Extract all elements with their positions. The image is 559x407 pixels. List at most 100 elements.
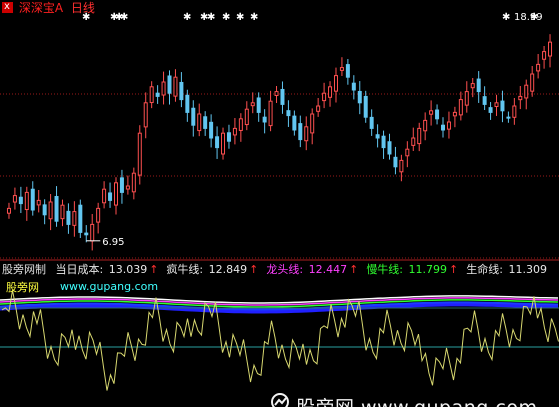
candle-body: [226, 132, 231, 142]
candle-body: [24, 191, 29, 211]
candle-body: [536, 63, 541, 72]
candle-body: [429, 110, 434, 115]
watermark: 股旁网 www.gupang.com: [296, 393, 537, 407]
candle-body: [304, 126, 309, 142]
candle-body: [310, 113, 315, 134]
candle-body: [131, 172, 136, 193]
indicator-item: 龙头线: 12.447 ↑: [266, 263, 360, 276]
indicator-item: 疯牛线: 12.849 ↑: [166, 263, 260, 276]
candle-body: [232, 127, 237, 136]
candle-body: [274, 91, 279, 96]
star-marker-icon: ✱: [183, 12, 191, 23]
star-marker-icon: ✱: [530, 12, 538, 23]
candle-body: [411, 137, 416, 146]
candle-body: [244, 108, 249, 126]
chart-canvas[interactable]: 6.9518.99✱ ✱✱✱ ✱ ✱✱ ✱ ✱ ✱ ✱ ✱: [0, 0, 559, 407]
candle-body: [209, 121, 214, 139]
indicator-item-label: 龙头线:: [266, 263, 304, 276]
candle-body: [548, 41, 553, 57]
candle-body: [476, 78, 481, 93]
candle-body: [322, 92, 327, 102]
period-label[interactable]: 日线: [71, 1, 95, 15]
candle-body: [197, 113, 202, 132]
star-marker-icon: ✱: [120, 12, 128, 23]
candle-body: [48, 201, 53, 220]
candle-body: [36, 199, 41, 206]
candle-body: [268, 100, 273, 127]
candle-body: [18, 196, 23, 205]
candle-body: [238, 118, 243, 131]
candle-body: [256, 97, 261, 113]
candle-body: [518, 95, 523, 101]
candle-body: [286, 110, 291, 117]
candle-body: [203, 116, 208, 129]
candle-body: [72, 211, 77, 226]
candle-body: [155, 92, 160, 97]
candle-body: [215, 136, 220, 149]
candle-body: [351, 82, 356, 91]
candle-body: [60, 204, 65, 220]
candle-body: [161, 81, 166, 96]
indicator-legend: 股旁网制 当日成本: 13.039 ↑ 疯牛线: 12.849 ↑ 龙头线: 12.44…: [2, 262, 553, 278]
candle-body: [393, 156, 398, 168]
indicator-item-label: 疯牛线:: [166, 263, 204, 276]
close-square-icon[interactable]: x: [2, 1, 13, 13]
candle-body: [143, 102, 148, 128]
up-arrow-icon: ↑: [449, 263, 459, 276]
candle-body: [363, 95, 368, 118]
candle-body: [96, 207, 101, 223]
candle-body: [102, 188, 107, 204]
site-logo-icon: [271, 393, 289, 407]
security-name[interactable]: 深深宝A: [19, 1, 63, 15]
indicator-item: 当日成本: 13.039 ↑: [56, 263, 161, 276]
site-url-tag: www.gupang.com: [60, 280, 159, 293]
up-arrow-icon: ↑: [249, 263, 259, 276]
candle-body: [458, 99, 463, 116]
candle-body: [42, 204, 47, 216]
indicator-item-label: 生命线:: [466, 263, 503, 276]
candle-body: [6, 207, 11, 214]
candle-body: [500, 100, 505, 112]
candle-body: [292, 115, 297, 131]
site-name-tag: 股旁网: [6, 281, 39, 294]
candle-body: [464, 91, 469, 106]
candle-body: [262, 116, 267, 123]
candle-body: [452, 111, 457, 117]
candle-body: [470, 83, 475, 89]
star-marker-icon: ✱: [250, 12, 258, 23]
up-arrow-icon: ↑: [349, 263, 359, 276]
candle-body: [12, 195, 17, 203]
indicator-item-value: 11.799: [405, 263, 448, 276]
candle-body: [78, 204, 83, 233]
candle-body: [167, 75, 172, 94]
candle-body: [298, 123, 303, 141]
chart-header: x 深深宝A 日线: [0, 0, 95, 16]
candle-body: [173, 76, 178, 97]
candle-body: [345, 64, 350, 78]
candle-body: [512, 105, 517, 118]
star-marker-icon: ✱: [502, 12, 510, 23]
candle-body: [221, 132, 226, 155]
candle-body: [375, 134, 380, 139]
candle-body: [179, 81, 184, 101]
candle-body: [191, 107, 196, 126]
up-arrow-icon: ↑: [149, 263, 159, 276]
candle-body: [66, 210, 71, 225]
candle-body: [506, 116, 511, 119]
star-marker-icon: ✱: [236, 12, 244, 23]
candle-body: [108, 192, 113, 201]
candle-body: [333, 75, 338, 92]
candle-body: [405, 148, 410, 157]
indicator-name[interactable]: 股旁网制: [2, 263, 46, 276]
candle-body: [185, 94, 190, 113]
candle-body: [399, 159, 404, 173]
candle-body: [524, 84, 529, 99]
indicator-item: 生命线: 11.309: [466, 263, 549, 276]
candle-body: [381, 135, 386, 149]
indicator-item-value: 12.447: [305, 263, 348, 276]
candle-body: [339, 67, 344, 71]
indicator-item-value: 11.309: [504, 263, 547, 276]
candle-body: [280, 88, 285, 105]
candle-body: [446, 121, 451, 130]
star-marker-icon: ✱: [222, 12, 230, 23]
